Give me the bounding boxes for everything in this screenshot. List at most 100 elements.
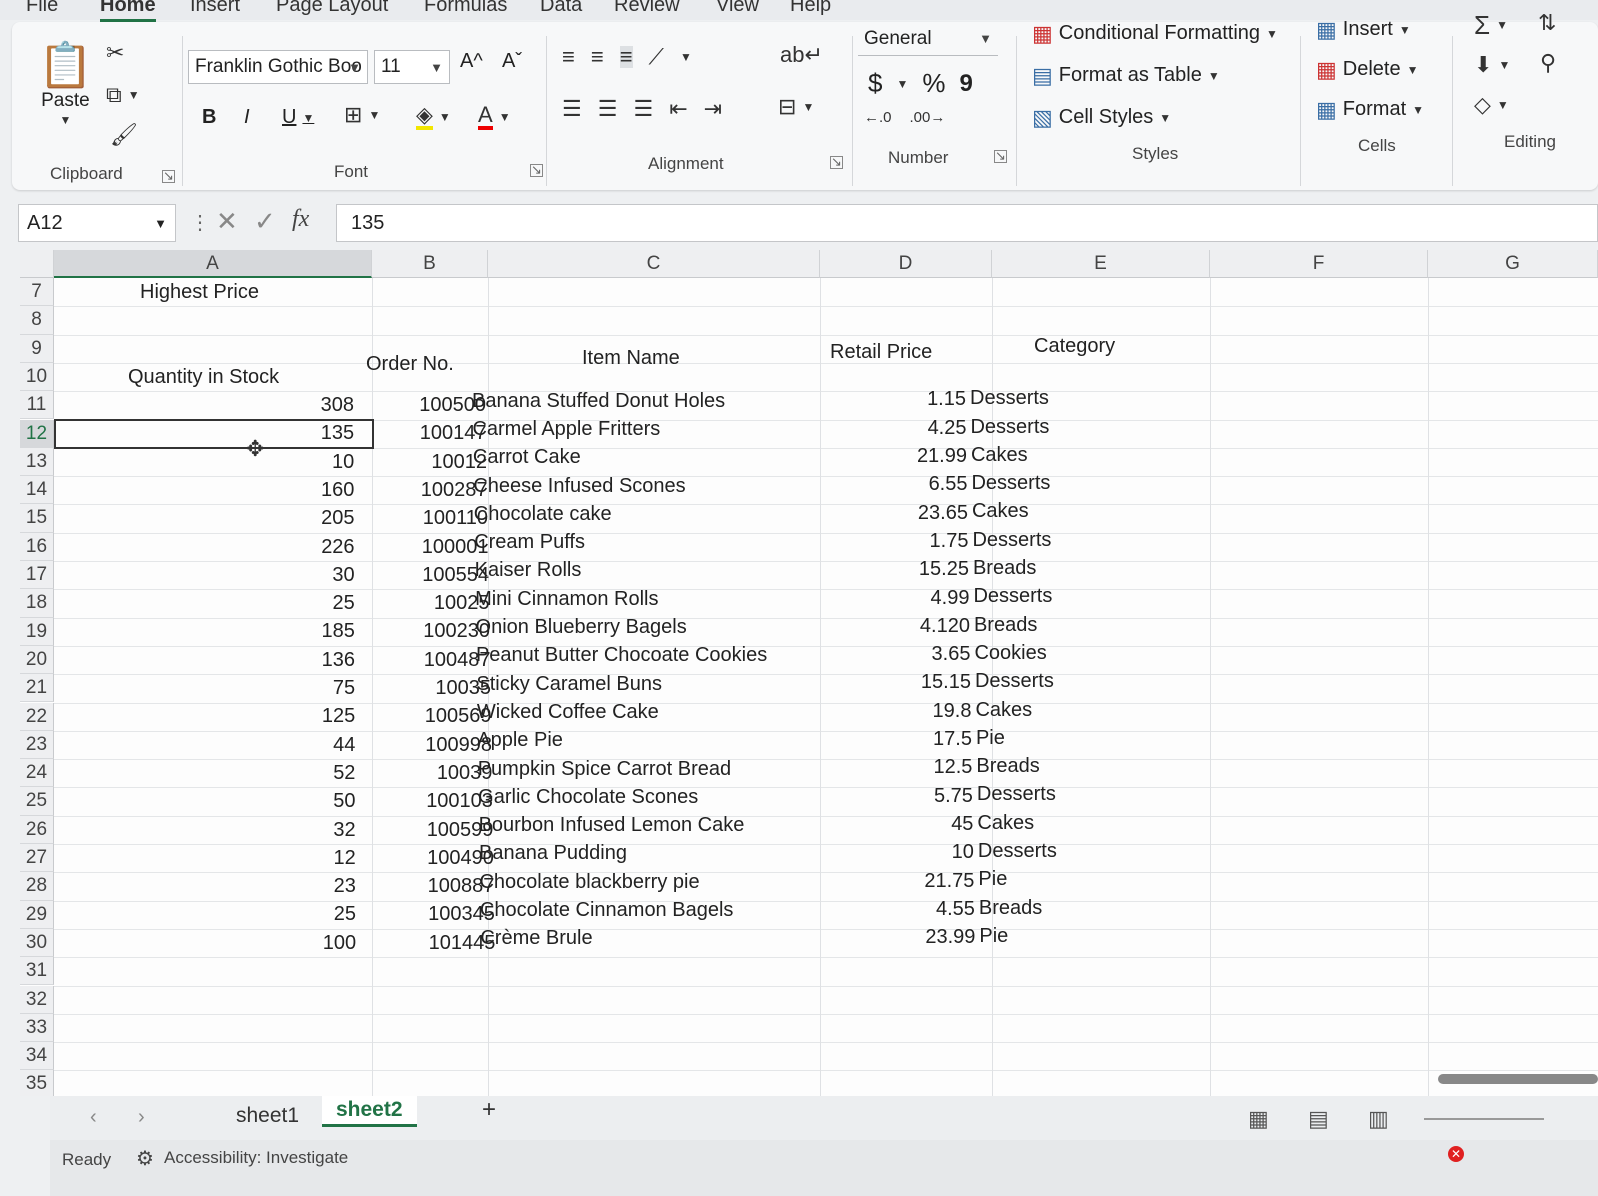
add-sheet-button[interactable]: + bbox=[482, 1096, 496, 1124]
cell-item-name[interactable]: Carmel Apple Fritters bbox=[472, 415, 660, 443]
column-header-c[interactable]: C bbox=[488, 250, 820, 278]
row-header[interactable]: 24 bbox=[20, 759, 54, 788]
row-header[interactable]: 33 bbox=[20, 1013, 54, 1043]
menu-formulas[interactable]: Formulas bbox=[424, 0, 507, 17]
cell-category[interactable]: Cookies bbox=[974, 639, 1046, 667]
conditional-formatting-button[interactable]: ▦ Conditional Formatting ▼ bbox=[1032, 22, 1278, 45]
row-header[interactable]: 19 bbox=[20, 617, 54, 646]
cell-quantity[interactable]: 205 bbox=[321, 504, 354, 532]
align-top-icon[interactable]: ≡ bbox=[562, 46, 575, 68]
font-name-combo[interactable]: Franklin Gothic Boo ▼ bbox=[188, 50, 368, 84]
cell-quantity[interactable]: 10 bbox=[332, 448, 354, 476]
cell-category[interactable]: Cakes bbox=[975, 696, 1032, 724]
status-accessibility[interactable]: Accessibility: Investigate bbox=[164, 1148, 348, 1168]
fill-color-button[interactable]: ◈ ▼ bbox=[416, 104, 451, 130]
tab-sheet1[interactable]: sheet1 bbox=[236, 1104, 299, 1128]
scroll-right-icon[interactable]: › bbox=[138, 1106, 145, 1129]
cell-retail-price[interactable]: 15.25 bbox=[919, 555, 969, 583]
menu-insert[interactable]: Insert bbox=[190, 0, 240, 17]
cell-retail-price[interactable]: 4.25 bbox=[928, 414, 967, 442]
column-header-b[interactable]: B bbox=[372, 250, 488, 278]
insert-cells-button[interactable]: ▦ Insert ▼ bbox=[1316, 18, 1411, 41]
clipboard-launcher[interactable]: ↘ bbox=[162, 169, 175, 183]
header-item-name[interactable]: Item Name bbox=[582, 344, 680, 372]
cell-retail-price[interactable]: 12.5 bbox=[934, 753, 973, 781]
row-header[interactable]: 26 bbox=[20, 815, 54, 844]
format-cells-button[interactable]: ▦ Format ▼ bbox=[1316, 98, 1424, 121]
find-button[interactable]: ⚲ bbox=[1540, 52, 1556, 74]
scroll-left-icon[interactable]: ‹ bbox=[90, 1106, 97, 1129]
percent-button[interactable]: % bbox=[922, 68, 945, 99]
increase-decimal-icon[interactable]: ←.0 bbox=[864, 110, 892, 125]
alignment-launcher[interactable]: ↘ bbox=[830, 155, 843, 169]
row-header[interactable]: 30 bbox=[20, 928, 54, 958]
row-header[interactable]: 32 bbox=[20, 985, 54, 1014]
close-notification-icon[interactable]: ✕ bbox=[1448, 1146, 1464, 1162]
column-header-e[interactable]: E bbox=[992, 250, 1210, 278]
cell-item-name[interactable]: Carrot Cake bbox=[473, 443, 581, 471]
align-bottom-icon[interactable]: ≡ bbox=[619, 46, 633, 68]
cell-item-name[interactable]: Onion Blueberry Bagels bbox=[476, 613, 687, 641]
underline-button[interactable]: U ▼ bbox=[282, 106, 314, 129]
row-header[interactable]: 25 bbox=[20, 787, 54, 816]
cell-category[interactable]: Breads bbox=[976, 752, 1039, 780]
cell-retail-price[interactable]: 3.65 bbox=[932, 640, 971, 668]
cell-item-name[interactable]: Peanut Butter Chocoate Cookies bbox=[476, 641, 767, 669]
header-quantity[interactable]: Quantity in Stock bbox=[128, 363, 279, 391]
font-launcher[interactable]: ↘ bbox=[530, 163, 543, 177]
row-header[interactable]: 10 bbox=[20, 362, 54, 392]
font-size-combo[interactable]: 11 ▼ bbox=[374, 50, 450, 84]
cell-item-name[interactable]: Banana Stuffed Donut Holes bbox=[472, 387, 725, 415]
cell-quantity[interactable]: 136 bbox=[322, 646, 355, 674]
delete-cells-button[interactable]: ▦ Delete ▼ bbox=[1316, 58, 1419, 81]
cell-quantity[interactable]: 52 bbox=[333, 759, 355, 787]
cell-item-name[interactable]: Pumpkin Spice Carrot Bread bbox=[478, 755, 731, 783]
row-header[interactable]: 9 bbox=[20, 334, 54, 363]
cell-category[interactable]: Desserts bbox=[978, 837, 1057, 865]
cell-category[interactable]: Desserts bbox=[970, 413, 1049, 441]
row-header[interactable]: 34 bbox=[20, 1042, 54, 1071]
cell-retail-price[interactable]: 6.55 bbox=[929, 470, 968, 498]
cell-retail-price[interactable]: 23.65 bbox=[918, 499, 968, 527]
cell-retail-price[interactable]: 15.15 bbox=[921, 668, 971, 696]
horizontal-scrollbar[interactable] bbox=[1438, 1074, 1598, 1084]
menu-review[interactable]: Review bbox=[614, 0, 680, 17]
fill-button[interactable]: ⬇ ▼ bbox=[1474, 54, 1510, 76]
menu-help[interactable]: Help bbox=[790, 0, 831, 17]
more-options-icon[interactable]: ⋮ bbox=[190, 210, 210, 235]
row-header[interactable]: 18 bbox=[20, 589, 54, 618]
cell-category[interactable]: Desserts bbox=[970, 384, 1049, 412]
cell-quantity[interactable]: 75 bbox=[333, 674, 355, 702]
tab-sheet2[interactable]: sheet2 bbox=[322, 1096, 417, 1127]
cell-retail-price[interactable]: 17.5 bbox=[933, 725, 972, 753]
cell-quantity[interactable]: 32 bbox=[333, 816, 355, 844]
column-header-a[interactable]: A bbox=[54, 250, 372, 278]
format-painter-button[interactable]: 🖌 bbox=[110, 124, 138, 146]
cell-item-name[interactable]: Mini Cinnamon Rolls bbox=[475, 585, 658, 613]
select-all-corner[interactable] bbox=[20, 250, 54, 278]
cell-category[interactable]: Breads bbox=[974, 611, 1037, 639]
cell-category[interactable]: Cakes bbox=[971, 441, 1028, 469]
cell-item-name[interactable]: Sticky Caramel Buns bbox=[476, 670, 662, 698]
menu-view[interactable]: View bbox=[716, 0, 759, 17]
format-as-table-button[interactable]: ▤ Format as Table ▼ bbox=[1032, 64, 1220, 87]
row-header[interactable]: 14 bbox=[20, 476, 54, 505]
header-order-no[interactable]: Order No. bbox=[366, 350, 454, 378]
copy-button[interactable]: ⧉ ▼ bbox=[106, 84, 140, 106]
cell-category[interactable]: Desserts bbox=[972, 526, 1051, 554]
cell-quantity[interactable]: 50 bbox=[333, 787, 355, 815]
row-header[interactable]: 23 bbox=[20, 730, 54, 760]
cell-item-name[interactable]: Banana Pudding bbox=[479, 839, 627, 867]
column-header-d[interactable]: D bbox=[820, 250, 992, 278]
cell-retail-price[interactable]: 23.99 bbox=[925, 923, 975, 951]
cell-item-name[interactable]: Chocolate cake bbox=[474, 500, 612, 528]
header-category[interactable]: Category bbox=[1034, 332, 1115, 360]
cell-item-name[interactable]: Cheese Infused Scones bbox=[473, 472, 685, 500]
cell-retail-price[interactable]: 10 bbox=[952, 838, 974, 866]
merge-center-button[interactable]: ⊟ ▼ bbox=[778, 96, 814, 118]
cell-quantity[interactable]: 100 bbox=[323, 929, 356, 957]
column-header-g[interactable]: G bbox=[1428, 250, 1598, 278]
cell-item-name[interactable]: Kaiser Rolls bbox=[475, 556, 582, 584]
cell-retail-price[interactable]: 4.120 bbox=[920, 612, 970, 640]
row-header[interactable]: 15 bbox=[20, 504, 54, 533]
